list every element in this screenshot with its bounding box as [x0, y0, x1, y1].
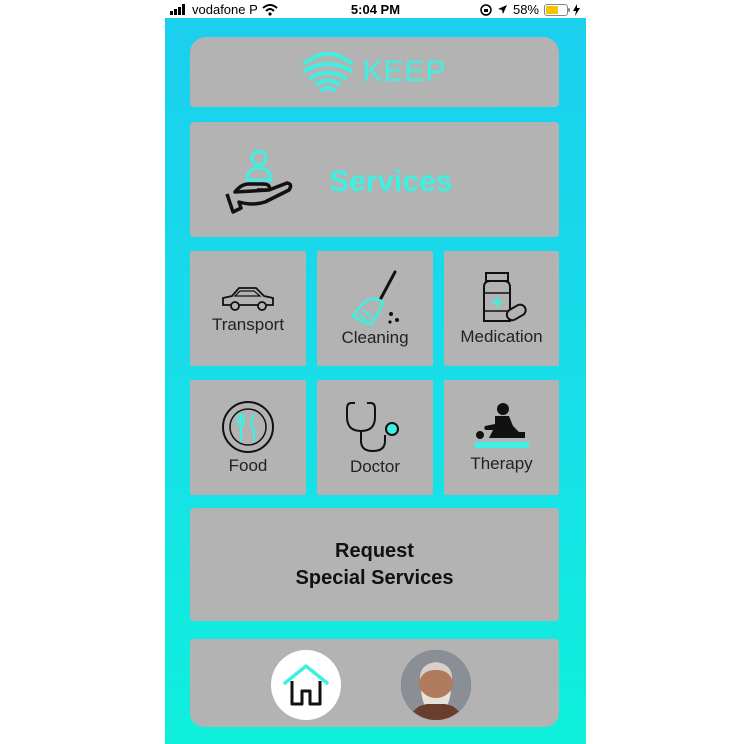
car-icon [222, 286, 274, 311]
services-banner[interactable]: Services [190, 122, 559, 237]
tile-transport[interactable]: Transport [190, 251, 306, 366]
tile-label: Doctor [349, 456, 401, 476]
request-line-1: Request [335, 539, 414, 562]
profile-avatar[interactable] [401, 650, 471, 720]
rotation-lock-icon [480, 3, 492, 16]
bottom-nav [190, 639, 559, 727]
tile-cleaning[interactable]: Cleaning [317, 251, 433, 366]
battery-icon [544, 3, 570, 16]
medicine-bottle-icon [482, 271, 527, 322]
home-button[interactable] [271, 650, 341, 720]
home-icon [283, 664, 329, 706]
status-right: 58% [480, 2, 580, 17]
tile-label: Food [228, 455, 268, 475]
app-header: KEEP [190, 37, 559, 107]
tile-medication[interactable]: Medication [444, 251, 559, 366]
location-arrow-icon [497, 5, 507, 14]
status-bar: vodafone P 5:04 PM 58% [165, 0, 586, 18]
tile-label: Transport [211, 314, 285, 334]
request-line-2: Special Services [295, 566, 454, 589]
caring-hand-icon [225, 149, 293, 214]
app-screen: KEEP Services Transport Cleaning Medicat… [165, 18, 586, 744]
avatar [401, 650, 471, 720]
plate-cutlery-icon [222, 400, 274, 453]
tile-label: Therapy [470, 453, 533, 473]
broom-icon [351, 270, 399, 325]
tile-doctor[interactable]: Doctor [317, 380, 433, 495]
charging-icon [573, 3, 580, 16]
keep-logo-icon [303, 52, 354, 92]
stethoscope-icon [346, 401, 399, 452]
massage-icon [474, 402, 529, 448]
battery-percent: 58% [512, 2, 539, 17]
request-special-services-button[interactable]: Request Special Services [190, 508, 559, 621]
tile-food[interactable]: Food [190, 380, 306, 495]
tile-therapy[interactable]: Therapy [444, 380, 559, 495]
tile-label: Medication [460, 326, 543, 346]
app-logo-text: KEEP [362, 55, 447, 88]
tile-label: Cleaning [341, 327, 409, 347]
services-title: Services [329, 165, 453, 198]
